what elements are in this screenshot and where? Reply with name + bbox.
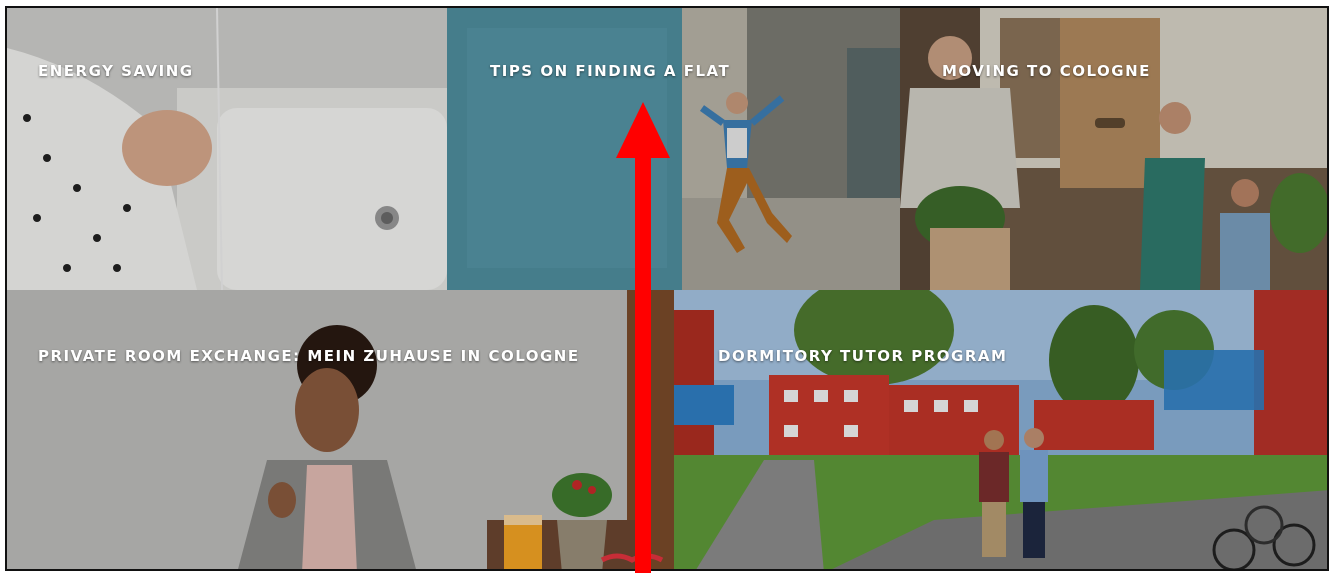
tile-energy-saving[interactable]: ENERGY SAVING [7,8,447,290]
tile-tips-finding-flat[interactable]: TIPS ON FINDING A FLAT [447,8,900,290]
tile-label: MOVING TO COLOGNE [942,62,1151,80]
tips-flat-image [447,8,900,290]
dormitory-image [674,290,1327,569]
energy-saving-image [7,8,447,290]
tile-label: TIPS ON FINDING A FLAT [490,62,731,80]
tile-label: DORMITORY TUTOR PROGRAM [718,347,1008,365]
room-exchange-image [7,290,674,569]
tile-label: ENERGY SAVING [38,62,194,80]
moving-image [900,8,1327,290]
tile-moving-to-cologne[interactable]: MOVING TO COLOGNE [900,8,1327,290]
tile-dormitory-tutor-program[interactable]: DORMITORY TUTOR PROGRAM [674,290,1327,569]
tile-private-room-exchange[interactable]: PRIVATE ROOM EXCHANGE: MEIN ZUHAUSE IN C… [7,290,674,569]
arrow-up-icon [616,102,670,573]
tile-label: PRIVATE ROOM EXCHANGE: MEIN ZUHAUSE IN C… [38,347,580,365]
